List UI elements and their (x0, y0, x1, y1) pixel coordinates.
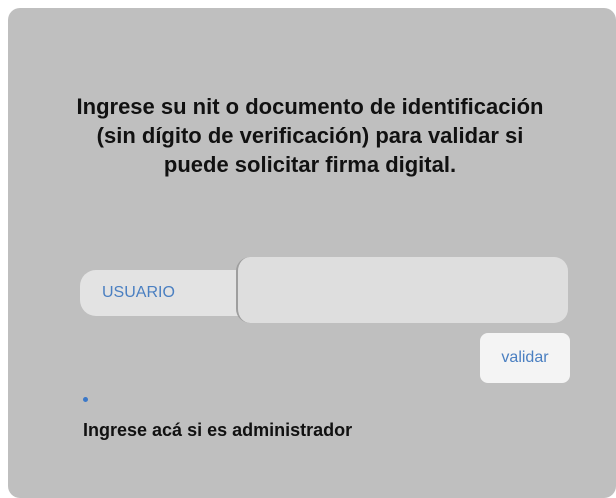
bullet-dot (83, 397, 88, 402)
user-field-label: USUARIO (80, 270, 250, 316)
user-input[interactable] (236, 257, 568, 323)
admin-login-link[interactable]: Ingrese acá si es administrador (83, 420, 352, 441)
validation-panel: Ingrese su nit o documento de identifica… (8, 8, 616, 498)
validate-button[interactable]: validar (480, 333, 570, 383)
instruction-heading: Ingrese su nit o documento de identifica… (76, 94, 544, 177)
